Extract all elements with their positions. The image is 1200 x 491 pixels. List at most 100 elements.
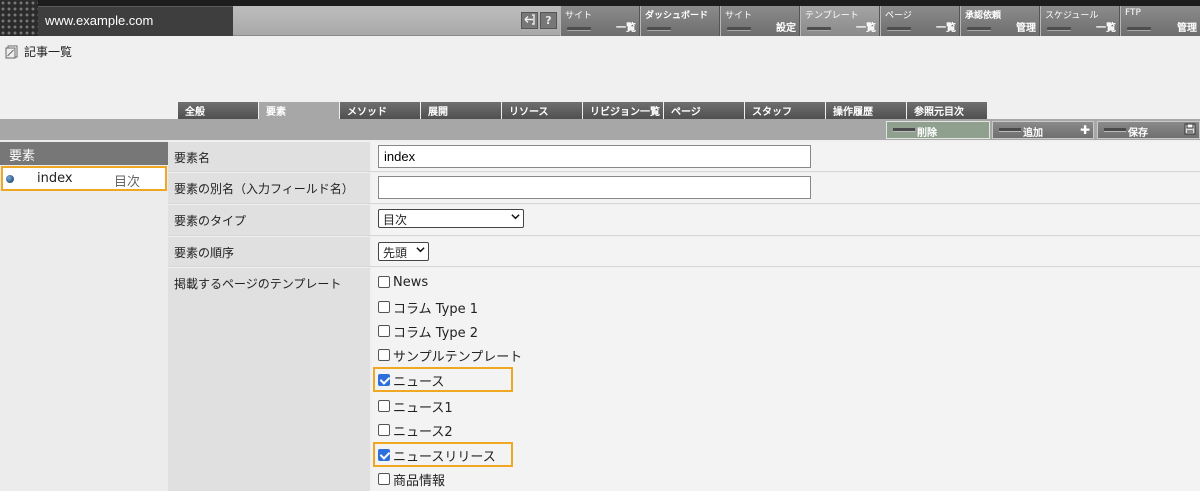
tab-general[interactable]: 全般 bbox=[178, 102, 258, 119]
element-order-cell: 先頭 bbox=[372, 237, 1200, 266]
nav-sublabel: 一覧 bbox=[1096, 23, 1116, 34]
template-checkbox[interactable] bbox=[378, 325, 390, 337]
template-label: ニュースリリース bbox=[393, 449, 496, 465]
save-button[interactable]: 保存 bbox=[1097, 121, 1200, 139]
template-label: ニュース2 bbox=[393, 424, 453, 440]
sidebar-heading: 要素 bbox=[0, 142, 168, 165]
button-indicator bbox=[1104, 128, 1126, 132]
nav-indicator bbox=[967, 27, 991, 31]
element-type-value: 目次 bbox=[383, 213, 408, 227]
element-name-input[interactable] bbox=[378, 145, 811, 168]
nav-indicator bbox=[807, 27, 831, 31]
site-name-box[interactable]: www.example.com bbox=[38, 6, 233, 36]
template-option[interactable]: コラム Type 2 bbox=[378, 321, 478, 341]
nav-indicator bbox=[1127, 27, 1151, 31]
sidebar-item-type: 目次 bbox=[114, 175, 141, 190]
tab-revisions[interactable]: リビジョン一覧 bbox=[583, 102, 663, 119]
sidebar-item-index[interactable]: index 目次 bbox=[1, 166, 167, 191]
nav-label: 承認依頼 bbox=[965, 11, 1002, 21]
tab-history[interactable]: 操作履歴 bbox=[826, 102, 906, 119]
element-name-cell bbox=[372, 142, 1200, 171]
nav-site-list[interactable]: サイト 一覧 bbox=[560, 6, 640, 36]
nav-sublabel: 管理 bbox=[1016, 23, 1036, 34]
templates-cell: News コラム Type 1 コラム Type 2 サンプルテンプレート ニュ… bbox=[372, 268, 1200, 491]
template-option[interactable]: コラム Type 1 bbox=[378, 297, 478, 317]
element-alias-input[interactable] bbox=[378, 176, 811, 199]
element-form: 要素名 要素の別名（入力フィールド名） 要素のタイプ 目次 要素の順序 先頭 掲… bbox=[168, 140, 1200, 491]
logo-grid-icon[interactable] bbox=[0, 0, 38, 36]
page-title: 記事一覧 bbox=[24, 45, 73, 59]
tab-staff[interactable]: スタッフ bbox=[745, 102, 825, 119]
nav-label: FTP bbox=[1125, 8, 1141, 18]
element-order-select[interactable]: 先頭 bbox=[378, 242, 429, 261]
templates-label: 掲載するページのテンプレート bbox=[168, 268, 370, 491]
tab-elements[interactable]: 要素 bbox=[259, 102, 339, 120]
element-alias-cell bbox=[372, 173, 1200, 203]
document-list-icon bbox=[5, 45, 18, 58]
element-order-label: 要素の順序 bbox=[168, 237, 370, 266]
save-icon bbox=[1184, 123, 1196, 138]
template-checkbox[interactable] bbox=[378, 424, 390, 436]
nav-label: テンプレート bbox=[805, 11, 859, 21]
tab-bar: 全般 要素 メソッド 展開 リソース リビジョン一覧 ページ スタッフ 操作履歴… bbox=[178, 102, 988, 120]
nav-label: ページ bbox=[885, 11, 912, 21]
tab-pages[interactable]: ページ bbox=[664, 102, 744, 119]
save-label: 保存 bbox=[1128, 128, 1148, 139]
template-checkbox[interactable] bbox=[378, 473, 390, 485]
button-indicator bbox=[893, 128, 915, 132]
element-alias-label: 要素の別名（入力フィールド名） bbox=[168, 173, 370, 203]
tab-methods[interactable]: メソッド bbox=[340, 102, 420, 119]
nav-indicator bbox=[647, 27, 671, 31]
top-navigation: サイト 一覧 ダッシュボード サイト 設定 テンプレート 一覧 ページ 一覧 承… bbox=[560, 6, 1200, 36]
page-title-area: 記事一覧 bbox=[5, 43, 72, 60]
nav-label: サイト bbox=[725, 11, 753, 21]
nav-label: スケジュール bbox=[1045, 11, 1099, 21]
template-label: サンプルテンプレート bbox=[393, 349, 523, 365]
template-label: コラム Type 2 bbox=[393, 325, 479, 341]
row-divider bbox=[168, 266, 1200, 267]
template-checkbox[interactable] bbox=[378, 301, 390, 313]
delete-button[interactable]: 削除 bbox=[886, 121, 990, 139]
nav-approval-management[interactable]: 承認依頼 管理 bbox=[960, 6, 1040, 36]
nav-dashboard[interactable]: ダッシュボード bbox=[640, 6, 720, 36]
template-checkbox[interactable] bbox=[378, 449, 390, 461]
template-option[interactable]: 商品情報 bbox=[378, 469, 445, 489]
tab-referrers[interactable]: 参照元目次 bbox=[907, 102, 987, 119]
template-option[interactable]: サンプルテンプレート bbox=[378, 345, 522, 365]
chevron-down-icon bbox=[416, 247, 425, 253]
nav-sublabel: 管理 bbox=[1177, 23, 1197, 34]
element-type-label: 要素のタイプ bbox=[168, 205, 370, 235]
template-checkbox[interactable] bbox=[378, 374, 390, 386]
row-divider bbox=[168, 203, 1200, 204]
template-option[interactable]: ニュース bbox=[378, 370, 444, 390]
nav-indicator bbox=[567, 27, 591, 31]
bullet-icon bbox=[6, 175, 14, 183]
tab-deploy[interactable]: 展開 bbox=[421, 102, 501, 119]
add-button[interactable]: 追加 ✚ bbox=[992, 121, 1094, 139]
template-checkbox[interactable] bbox=[378, 276, 390, 288]
nav-site-settings[interactable]: サイト 設定 bbox=[720, 6, 800, 36]
template-checkbox[interactable] bbox=[378, 349, 390, 361]
chevron-down-icon bbox=[511, 214, 520, 220]
exit-icon[interactable] bbox=[521, 12, 538, 29]
nav-page-list[interactable]: ページ 一覧 bbox=[880, 6, 960, 36]
nav-sublabel: 一覧 bbox=[936, 23, 956, 34]
button-indicator bbox=[999, 128, 1021, 132]
element-type-select[interactable]: 目次 bbox=[378, 209, 524, 228]
row-divider bbox=[168, 171, 1200, 172]
template-option[interactable]: ニュース2 bbox=[378, 420, 453, 440]
nav-ftp-management[interactable]: FTP 管理 bbox=[1120, 6, 1200, 36]
tab-resources[interactable]: リソース bbox=[502, 102, 582, 119]
element-type-cell: 目次 bbox=[372, 205, 1200, 235]
template-option[interactable]: ニュースリリース bbox=[378, 445, 496, 465]
template-label: 商品情報 bbox=[393, 473, 446, 489]
nav-template-list[interactable]: テンプレート 一覧 bbox=[800, 6, 880, 36]
help-icon[interactable]: ? bbox=[540, 12, 557, 29]
template-option[interactable]: ニュース1 bbox=[378, 396, 453, 416]
site-name: www.example.com bbox=[45, 13, 154, 28]
template-checkbox[interactable] bbox=[378, 400, 390, 412]
nav-schedule-list[interactable]: スケジュール 一覧 bbox=[1040, 6, 1120, 36]
nav-label: ダッシュボード bbox=[645, 11, 709, 21]
template-label: ニュース1 bbox=[393, 400, 453, 416]
template-option[interactable]: News bbox=[378, 272, 428, 292]
